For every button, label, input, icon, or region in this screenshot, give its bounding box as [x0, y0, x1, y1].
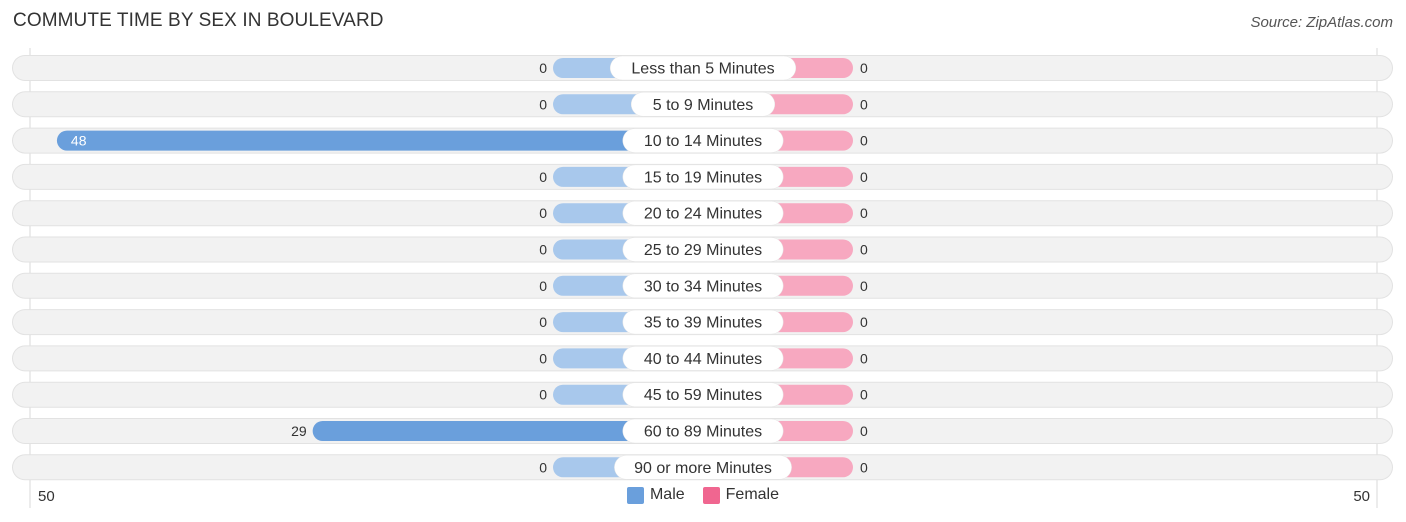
- value-label-male: 0: [539, 205, 547, 221]
- value-label-male: 0: [539, 459, 547, 475]
- category-label: 15 to 19 Minutes: [644, 169, 762, 186]
- value-label-female: 0: [860, 242, 868, 258]
- legend-swatch-male: [626, 486, 644, 504]
- category-label: 5 to 9 Minutes: [653, 97, 754, 114]
- bar-male: [56, 130, 704, 151]
- value-label-female: 0: [860, 423, 868, 439]
- category-label: 25 to 29 Minutes: [644, 242, 762, 259]
- category-label: 30 to 34 Minutes: [644, 278, 762, 295]
- value-label-female: 0: [860, 169, 868, 185]
- legend: Male Female: [0, 486, 1406, 504]
- value-label-male: 0: [539, 242, 547, 258]
- value-label-male: 0: [539, 350, 547, 366]
- value-label-male: 48: [71, 133, 87, 149]
- value-label-male: 0: [539, 314, 547, 330]
- category-label: 20 to 24 Minutes: [644, 206, 762, 223]
- category-label: 10 to 14 Minutes: [644, 133, 762, 150]
- category-label: 40 to 44 Minutes: [644, 351, 762, 368]
- category-label: 60 to 89 Minutes: [644, 424, 762, 441]
- legend-label-male: Male: [649, 486, 685, 503]
- value-label-male: 0: [539, 96, 547, 112]
- value-label-female: 0: [860, 96, 868, 112]
- value-label-female: 0: [860, 350, 868, 366]
- category-label: 90 or more Minutes: [634, 460, 772, 477]
- value-label-female: 0: [860, 459, 868, 475]
- value-label-female: 0: [860, 60, 868, 76]
- legend-label-female: Female: [725, 486, 780, 503]
- value-label-female: 0: [860, 278, 868, 294]
- category-label: 35 to 39 Minutes: [644, 315, 762, 332]
- legend-item-male: Male: [626, 486, 685, 504]
- value-label-male: 29: [291, 423, 307, 439]
- value-label-male: 0: [539, 60, 547, 76]
- value-label-male: 0: [539, 169, 547, 185]
- legend-item-female: Female: [702, 486, 780, 504]
- category-label: Less than 5 Minutes: [631, 61, 774, 78]
- legend-swatch-female: [702, 486, 720, 504]
- chart-area: 0 0 Less than 5 Minutes 0 0 5 to 9 Minutes 48 0…: [12, 48, 1393, 508]
- value-label-male: 0: [539, 278, 547, 294]
- value-label-female: 0: [860, 133, 868, 149]
- value-label-female: 0: [860, 205, 868, 221]
- value-label-female: 0: [860, 387, 868, 403]
- value-label-female: 0: [860, 314, 868, 330]
- category-label: 45 to 59 Minutes: [644, 387, 762, 404]
- value-label-male: 0: [539, 387, 547, 403]
